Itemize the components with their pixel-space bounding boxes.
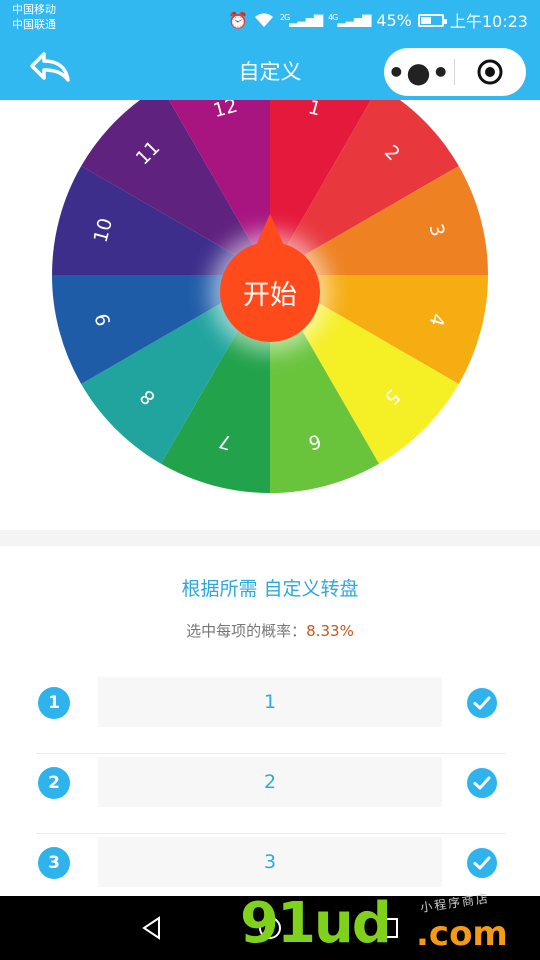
list-item: 1	[36, 674, 506, 754]
probability-value: 8.33%	[306, 622, 354, 640]
item-index-badge: 2	[38, 767, 70, 799]
wheel-section: 1 2 3 4 5 6 7 8 9 10 11 12 开始	[0, 100, 540, 530]
battery-icon	[417, 13, 447, 27]
check-icon[interactable]	[466, 847, 498, 879]
start-button-label: 开始	[243, 279, 297, 311]
start-button[interactable]: 开始	[220, 214, 320, 342]
signal-2-icon: 4G▂▃▅▇	[328, 13, 371, 27]
clock: 上午10:23	[449, 12, 528, 31]
watermark: 91ud .com 小程序商店	[240, 891, 540, 960]
item-list: 1 2 3	[36, 674, 506, 914]
nav-bar: 自定义 •●•	[0, 36, 540, 100]
watermark-small: 小程序商店	[419, 891, 491, 915]
status-bar: 中国移动 中国联通 ⏰ 2G▂▃▅▇ 4G▂▃▅▇ 45% 上午10:23	[0, 0, 540, 36]
mini-program-capsule: •●•	[384, 48, 526, 96]
carrier-info: 中国移动 中国联通	[12, 2, 56, 32]
watermark-main: 91ud	[240, 891, 392, 956]
watermark-suffix: .com	[416, 914, 508, 954]
alarm-icon: ⏰	[227, 10, 248, 30]
item-index-badge: 1	[38, 687, 70, 719]
android-back-icon[interactable]	[138, 914, 166, 942]
probability-label: 选中每项的概率：	[186, 622, 307, 640]
item-index-badge: 3	[38, 847, 70, 879]
check-icon[interactable]	[466, 687, 498, 719]
more-icon[interactable]: •●•	[384, 48, 454, 96]
signal-1-icon: 2G▂▃▅▇	[279, 13, 323, 27]
item-input[interactable]	[98, 757, 442, 807]
list-item: 2	[36, 754, 506, 834]
carrier-2: 中国联通	[12, 18, 56, 31]
wifi-icon	[254, 13, 273, 27]
carrier-1: 中国移动	[12, 3, 56, 16]
settings-section: 根据所需 自定义转盘 选中每项的概率：8.33% 1 2 3	[0, 546, 540, 896]
check-icon[interactable]	[466, 767, 498, 799]
status-icons: ⏰ 2G▂▃▅▇ 4G▂▃▅▇ 45% 上午10:23	[228, 8, 528, 32]
item-input[interactable]	[98, 837, 442, 887]
section-title: 根据所需 自定义转盘	[181, 578, 359, 600]
item-input[interactable]	[98, 677, 442, 727]
target-icon[interactable]	[455, 48, 525, 96]
battery-percent: 45%	[376, 10, 412, 30]
probability-line: 选中每项的概率：8.33%	[0, 620, 540, 641]
